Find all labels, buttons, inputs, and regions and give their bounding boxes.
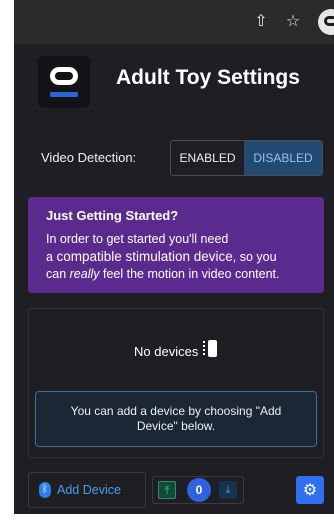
video-detection-label: Video Detection: [41, 150, 137, 165]
browser-toolbar: ⇧ ☆ [14, 0, 334, 44]
no-devices-label: No devices [134, 344, 199, 359]
callout-body: In order to get started you'll need a co… [46, 231, 306, 283]
add-device-button[interactable]: ᛒ Add Device [28, 472, 146, 508]
no-devices-message: No devices [29, 339, 323, 359]
add-device-label: Add Device [57, 483, 121, 497]
app-logo-icon [38, 56, 90, 108]
popup-footer: ᛒ Add Device ⤒ 0 ⤓ ⚙ [14, 470, 334, 510]
disabled-option[interactable]: DISABLED [244, 141, 322, 175]
page-title: Adult Toy Settings [116, 66, 300, 89]
callout-line2-suffix: , so you [232, 250, 277, 264]
getting-started-callout: Just Getting Started? In order to get st… [28, 197, 324, 293]
callout-line1: In order to get started you'll need [46, 232, 229, 246]
move-up-icon[interactable]: ⤒ [158, 481, 176, 499]
extension-popup: Adult Toy Settings Video Detection: ENAB… [14, 44, 334, 514]
device-count-badge: 0 [187, 478, 211, 502]
devices-panel: No devices You can add a device by choos… [28, 308, 324, 458]
callout-line2-prefix: a [46, 250, 57, 264]
video-detection-row: Video Detection: ENABLED DISABLED [14, 138, 334, 178]
enabled-option[interactable]: ENABLED [171, 141, 245, 175]
gear-icon: ⚙ [302, 480, 318, 499]
device-battery-icon [202, 339, 218, 359]
device-count-controls: ⤒ 0 ⤓ [152, 476, 244, 504]
star-icon[interactable]: ☆ [282, 10, 304, 32]
page-edge [0, 0, 14, 526]
share-icon[interactable]: ⇧ [250, 10, 272, 32]
callout-emphasis: really [69, 267, 100, 281]
move-down-icon[interactable]: ⤓ [219, 481, 237, 499]
callout-line3-suffix: feel the motion in video content. [99, 267, 280, 281]
popup-header: Adult Toy Settings [14, 44, 334, 122]
extension-logo-icon [324, 16, 334, 26]
compatible-device-link[interactable]: compatible stimulation device [56, 249, 232, 264]
callout-line3-prefix: can [46, 267, 70, 281]
callout-title: Just Getting Started? [46, 208, 179, 223]
bluetooth-icon: ᛒ [39, 482, 51, 498]
add-device-hint: You can add a device by choosing "Add De… [35, 391, 317, 447]
extension-button[interactable] [318, 9, 334, 35]
settings-button[interactable]: ⚙ [296, 476, 324, 504]
video-detection-toggle: ENABLED DISABLED [170, 140, 323, 176]
